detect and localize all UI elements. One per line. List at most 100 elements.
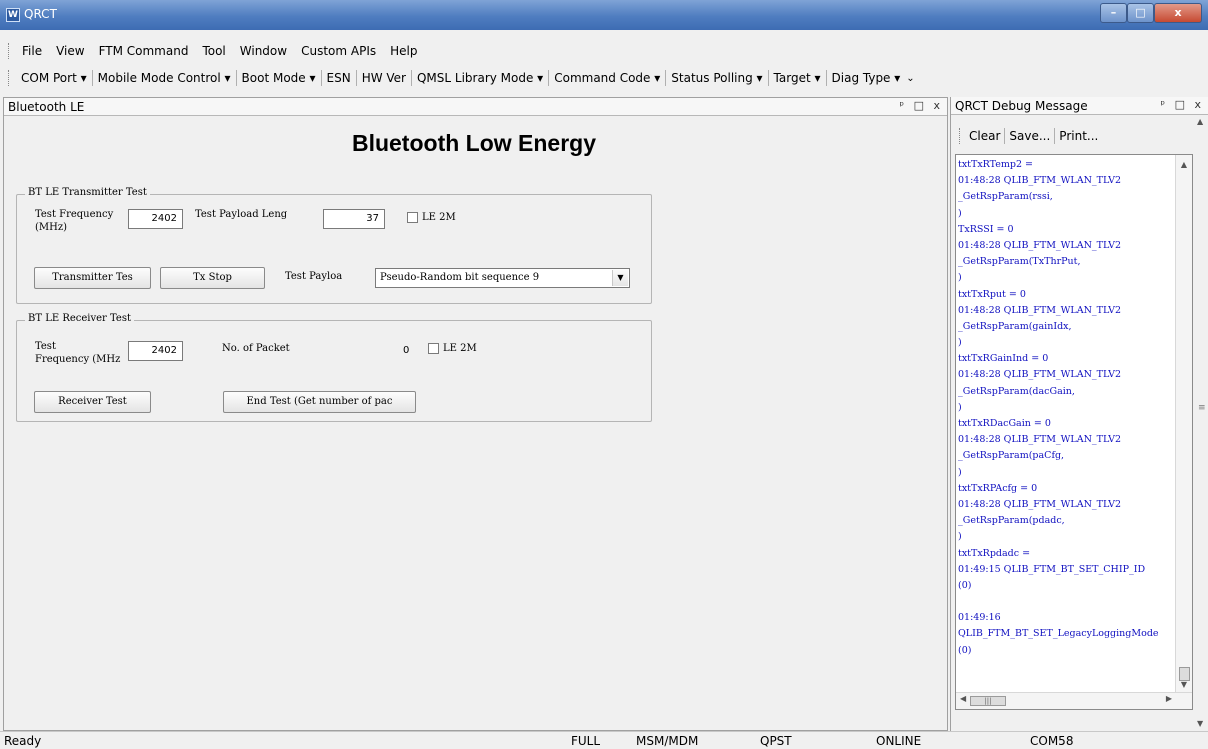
close-button[interactable]: x [1154, 3, 1202, 23]
status-polling-dropdown[interactable]: Status Polling ▾ [667, 68, 766, 88]
tx-le-2m-checkbox[interactable]: LE 2M [407, 212, 456, 223]
menu-bar: File View FTM Command Tool Window Custom… [8, 41, 424, 61]
log-line: 01:48:28 QLIB_FTM_WLAN_TLV2 [958, 239, 1122, 251]
tx-test-group-legend: BT LE Transmitter Test [25, 187, 150, 198]
hw-ver-button[interactable]: HW Ver [358, 68, 410, 88]
log-line: TxRSSI = 0 [958, 223, 1014, 235]
bluetooth-le-panel-title: Bluetooth LE [8, 100, 85, 114]
menu-view[interactable]: View [49, 41, 91, 61]
log-line: txtTxRDacGain = 0 [958, 418, 1051, 429]
bluetooth-le-panel-header: Bluetooth LE ᵖ □ x [4, 98, 947, 116]
transmitter-test-button[interactable]: Transmitter Tes [34, 267, 151, 289]
chevron-down-icon[interactable]: ▼ [612, 270, 628, 286]
tx-le-2m-checkbox-box[interactable] [407, 212, 418, 223]
minimize-button[interactable]: – [1100, 3, 1127, 23]
clear-button[interactable]: Clear [965, 129, 1004, 143]
rx-le-2m-checkbox[interactable]: LE 2M [428, 343, 477, 354]
log-line: (0) [958, 644, 972, 656]
page-title: Bluetooth Low Energy [351, 130, 597, 156]
maximize-button[interactable]: □ [1127, 3, 1154, 23]
menu-tool[interactable]: Tool [195, 41, 232, 61]
log-line: (0) [958, 579, 972, 591]
log-line: _GetRspParam(rssi, [958, 191, 1053, 203]
log-line: 01:49:16 [958, 612, 1001, 624]
save-button[interactable]: Save... [1005, 129, 1054, 143]
menu-grip [8, 43, 11, 59]
debug-panel-header: QRCT Debug Message ᵖ □ x [951, 97, 1208, 115]
debug-toolbar: Clear Save... Print... [959, 125, 1102, 147]
panel-pin-float-close-icons[interactable]: ᵖ □ x [1160, 98, 1204, 111]
tx-payload-select-value: Pseudo-Random bit sequence 9 [380, 272, 540, 283]
tx-frequency-label: Test Frequency [35, 209, 114, 220]
log-line: ) [958, 531, 962, 543]
app-icon: W [6, 8, 20, 22]
qmsl-library-mode-dropdown[interactable]: QMSL Library Mode ▾ [413, 68, 547, 88]
menu-window[interactable]: Window [233, 41, 294, 61]
rx-test-group-legend: BT LE Receiver Test [25, 313, 134, 324]
end-test-button[interactable]: End Test (Get number of pac [223, 391, 416, 413]
debug-toolbar-grip [959, 128, 962, 144]
menu-help[interactable]: Help [383, 41, 424, 61]
log-line: txtTxRput = 0 [958, 288, 1026, 300]
status-bar: Ready FULL MSM/MDM QPST ONLINE COM58 [0, 731, 1208, 749]
receiver-test-button[interactable]: Receiver Test [34, 391, 151, 413]
rx-le-2m-label: LE 2M [443, 343, 477, 354]
log-line: _GetRspParam(paCfg, [958, 450, 1065, 462]
menu-file[interactable]: File [15, 41, 49, 61]
rx-test-group: BT LE Receiver Test Test Frequency (MHz … [16, 313, 652, 422]
horizontal-scroll-thumb[interactable]: ||| [970, 696, 1006, 706]
debug-panel-scrollbar[interactable]: ▲ ≡ ▼ [1197, 113, 1208, 728]
toolbar-separator [91, 70, 93, 86]
log-line: ) [958, 337, 962, 349]
rx-le-2m-checkbox-box[interactable] [428, 343, 439, 354]
scroll-grip-icon[interactable]: ≡ [1198, 403, 1206, 413]
log-line: ) [958, 401, 962, 413]
panel-pin-float-close-icons[interactable]: ᵖ □ x [899, 99, 943, 112]
command-code-dropdown[interactable]: Command Code ▾ [550, 68, 664, 88]
target-dropdown[interactable]: Target ▾ [770, 68, 825, 88]
toolbar-separator [665, 70, 667, 86]
toolbar-separator [320, 70, 322, 86]
com-port-dropdown[interactable]: COM Port ▾ [17, 68, 91, 88]
tx-payload-label: Test Payloa [285, 271, 343, 282]
boot-mode-dropdown[interactable]: Boot Mode ▾ [238, 68, 320, 88]
menu-custom-apis[interactable]: Custom APIs [294, 41, 383, 61]
scroll-down-icon[interactable]: ▼ [1176, 677, 1192, 693]
debug-log-lines: txtTxRTemp2 = 01:48:28 QLIB_FTM_WLAN_TLV2… [958, 157, 1176, 659]
qrct-window: W QRCT – □ x File View FTM Command Tool … [0, 0, 1208, 749]
tx-frequency-input[interactable]: 2402 [128, 209, 183, 229]
tx-stop-button[interactable]: Tx Stop [160, 267, 265, 289]
rx-frequency-label: Test [35, 341, 56, 352]
title-bar: W QRCT – □ x [0, 0, 1208, 30]
tx-frequency-unit-label: (MHz) [35, 222, 68, 233]
log-horizontal-scrollbar[interactable]: ◀ ||| ▶ [956, 692, 1192, 709]
log-line: _GetRspParam(TxThrPut, [958, 256, 1081, 268]
scroll-left-icon[interactable]: ◀ [960, 694, 966, 703]
tx-test-group: BT LE Transmitter Test Test Frequency (M… [16, 187, 652, 304]
scroll-up-icon[interactable]: ▲ [1176, 157, 1192, 173]
toolbar-separator [767, 70, 769, 86]
rx-frequency-input[interactable]: 2402 [128, 341, 183, 361]
log-vertical-scrollbar[interactable]: ▲ ▼ [1175, 155, 1192, 693]
log-line: 01:48:28 QLIB_FTM_WLAN_TLV2 [958, 434, 1122, 446]
tx-payload-length-label: Test Payload Leng [195, 209, 288, 220]
rx-packets-label: No. of Packet [222, 343, 290, 354]
tx-le-2m-label: LE 2M [422, 212, 456, 223]
menu-ftm-command[interactable]: FTM Command [92, 41, 196, 61]
tx-payload-length-input[interactable]: 37 [323, 209, 385, 229]
esn-button[interactable]: ESN [323, 68, 355, 88]
scroll-right-icon[interactable]: ▶ [1166, 694, 1172, 703]
mobile-mode-control-dropdown[interactable]: Mobile Mode Control ▾ [94, 68, 235, 88]
diag-type-dropdown[interactable]: Diag Type ▾ [828, 68, 905, 88]
tx-payload-select[interactable]: Pseudo-Random bit sequence 9 ▼ [375, 268, 630, 288]
scroll-down-icon[interactable]: ▼ [1197, 719, 1203, 728]
log-line: 01:48:28 QLIB_FTM_WLAN_TLV2 [958, 304, 1122, 316]
debug-log-textbox[interactable]: txtTxRTemp2 = 01:48:28 QLIB_FTM_WLAN_TLV2… [955, 154, 1193, 710]
print-button[interactable]: Print... [1055, 129, 1102, 143]
scroll-up-icon[interactable]: ▲ [1197, 117, 1203, 126]
rx-frequency-unit-label: Frequency (MHz [35, 354, 121, 365]
log-line: 01:48:28 QLIB_FTM_WLAN_TLV2 [958, 498, 1122, 510]
toolbar-separator [825, 70, 827, 86]
toolbar-overflow-icon[interactable]: ⌄ [906, 73, 914, 84]
